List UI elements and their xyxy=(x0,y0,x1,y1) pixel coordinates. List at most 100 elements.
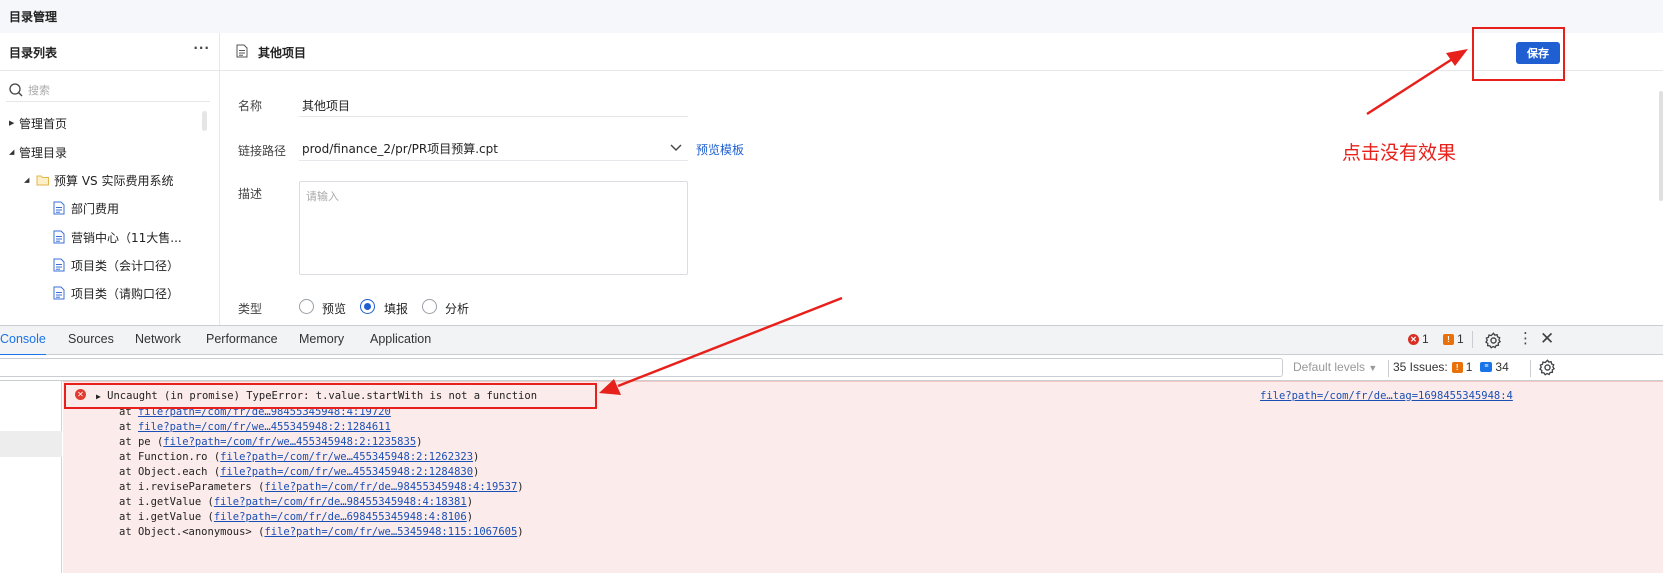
stack-frame-prefix: at xyxy=(119,466,138,478)
stack-frame-link[interactable]: file?path=/com/fr/we…455345948:2:1284611 xyxy=(138,421,391,433)
tree-item-home[interactable]: ▶ 管理首页 xyxy=(9,113,67,133)
file-icon xyxy=(53,201,65,215)
caret-down-icon[interactable]: ◢ xyxy=(24,176,34,184)
stack-frame: at Object.each (file?path=/com/fr/we…455… xyxy=(119,466,480,478)
stack-frame: at pe (file?path=/com/fr/we…455345948:2:… xyxy=(119,436,423,448)
radio-preview[interactable] xyxy=(299,299,314,314)
tree-item-budget-folder[interactable]: ◢ 预算 VS 实际费用系统 xyxy=(24,170,173,190)
message-icon: ≡ xyxy=(1480,362,1493,372)
main-scrollbar[interactable] xyxy=(1659,91,1663,201)
stack-frame-prefix: at xyxy=(119,496,138,508)
desc-textarea[interactable]: 请输入 xyxy=(299,181,688,275)
name-field-underline xyxy=(299,116,688,117)
type-label: 类型 xyxy=(238,302,263,316)
radio-analysis[interactable] xyxy=(422,299,437,314)
stack-frame-link[interactable]: file?path=/com/fr/we…5345948:115:1067605 xyxy=(264,526,517,538)
tree-item-dept-expense[interactable]: 部门费用 xyxy=(53,198,119,218)
main-panel: 其他项目 保存 名称 其他项目 链接路径 prod/finance_2/pr/P… xyxy=(220,33,1663,325)
stack-frame-link[interactable]: file?path=/com/fr/de…98455345948:4:18381 xyxy=(214,496,467,508)
devtools-tabbar: Console Sources Network Performance Memo… xyxy=(0,325,1663,356)
tree-item-project-purchase[interactable]: 项目类（请购口径） xyxy=(53,283,179,303)
stack-frame-link[interactable]: file?path=/com/fr/we…455345948:2:1284830 xyxy=(220,466,473,478)
stack-frame: at Function.ro (file?path=/com/fr/we…455… xyxy=(119,451,480,463)
tab-memory[interactable]: Memory xyxy=(299,332,344,346)
tree-item-label: 项目类（会计口径） xyxy=(71,258,180,273)
tree-item-catalog[interactable]: ◢ 管理目录 xyxy=(9,142,67,162)
tree-item-label: 项目类（请购口径） xyxy=(71,286,180,301)
name-label: 名称 xyxy=(238,99,263,113)
path-field-underline xyxy=(299,160,688,161)
stack-frame: at Object.<anonymous> (file?path=/com/fr… xyxy=(119,526,524,538)
console-sidebar-selected[interactable] xyxy=(0,431,62,457)
tree-item-label: 营销中心（11大售... xyxy=(71,230,182,245)
kebab-menu-icon[interactable]: ⋮ xyxy=(1518,330,1533,346)
desc-label: 描述 xyxy=(238,187,263,201)
path-label: 链接路径 xyxy=(238,144,287,158)
caret-right-icon[interactable]: ▶ xyxy=(9,119,19,127)
default-levels-dropdown[interactable]: Default levels ▼ xyxy=(1293,360,1377,374)
app-title: 目录管理 xyxy=(0,0,1663,33)
stack-frame-function: pe xyxy=(137,436,151,448)
search-icon xyxy=(9,83,23,97)
more-icon[interactable]: ··· xyxy=(193,41,210,55)
gear-icon[interactable] xyxy=(1485,332,1502,349)
console-messages: ✕ ▶ Uncaught (in promise) TypeError: t.v… xyxy=(63,381,1663,573)
annotation-save-highlight xyxy=(1472,27,1565,81)
search-placeholder: 搜索 xyxy=(28,84,50,97)
radio-fill[interactable] xyxy=(360,299,375,314)
search-input[interactable]: 搜索 xyxy=(6,78,210,102)
warning-counter[interactable]: ! 1 xyxy=(1443,332,1464,346)
annotation-note: 点击没有效果 xyxy=(1342,142,1457,164)
name-field[interactable]: 其他项目 xyxy=(302,97,350,114)
sidebar-header: 目录列表 ··· xyxy=(0,33,219,71)
warning-icon: ! xyxy=(1451,361,1463,373)
stack-frame-function: Object.<anonymous> xyxy=(137,526,252,538)
folder-icon xyxy=(36,175,49,186)
stack-frame-function: i.reviseParameters xyxy=(137,481,252,493)
stack-frame-link[interactable]: file?path=/com/fr/we…455345948:2:1262323 xyxy=(220,451,473,463)
close-icon[interactable]: ✕ xyxy=(1540,329,1554,349)
radio-fill-label: 填报 xyxy=(384,302,409,316)
issues-counter[interactable]: 35 Issues: ! 1 ≡ 34 xyxy=(1393,360,1509,374)
stack-frame-link[interactable]: file?path=/com/fr/de…98455345948:4:19537 xyxy=(264,481,517,493)
default-levels-label: Default levels xyxy=(1293,360,1366,374)
radio-analysis-label: 分析 xyxy=(445,302,470,316)
desc-placeholder: 请输入 xyxy=(306,190,339,203)
console-sidebar xyxy=(0,381,62,573)
stack-frame-prefix: at xyxy=(119,421,138,433)
stack-frame-function: Function.ro xyxy=(137,451,208,463)
path-select[interactable]: prod/finance_2/pr/PR项目预算.cpt xyxy=(302,140,498,157)
error-counter[interactable]: ✕ 1 xyxy=(1408,332,1429,346)
tab-sources[interactable]: Sources xyxy=(68,332,114,346)
tab-network[interactable]: Network xyxy=(135,332,181,346)
tree-item-marketing[interactable]: 营销中心（11大售... xyxy=(53,227,182,247)
tree-item-project-accounting[interactable]: 项目类（会计口径） xyxy=(53,255,179,275)
main-header: 其他项目 保存 xyxy=(220,33,1663,71)
annotation-error-highlight xyxy=(64,383,597,409)
sidebar: 目录列表 ··· 搜索 ▶ 管理首页 ◢ 管理目录 ◢ 预算 VS 实际费用系统… xyxy=(0,33,220,325)
warning-icon: ! xyxy=(1443,333,1454,345)
stack-frame-prefix: at xyxy=(119,451,138,463)
sidebar-scrollbar[interactable] xyxy=(202,111,207,131)
tree-item-label: 管理目录 xyxy=(19,145,68,160)
error-source-link[interactable]: file?path=/com/fr/de…tag=1698455345948:4 xyxy=(1260,390,1513,402)
file-icon xyxy=(236,44,248,58)
issues-info-count: 34 xyxy=(1495,360,1509,374)
filter-input[interactable] xyxy=(0,358,1283,377)
console-settings-gear-icon[interactable] xyxy=(1539,359,1556,376)
stack-frame-link[interactable]: file?path=/com/fr/we…455345948:2:1235835 xyxy=(163,436,416,448)
tab-performance[interactable]: Performance xyxy=(206,332,278,346)
error-count: 1 xyxy=(1422,332,1429,346)
divider xyxy=(1388,360,1389,377)
stack-frame: at i.getValue (file?path=/com/fr/de…9845… xyxy=(119,496,474,508)
tab-console[interactable]: Console xyxy=(0,332,46,356)
caret-down-icon[interactable]: ◢ xyxy=(9,148,19,156)
chevron-down-icon[interactable] xyxy=(670,144,682,152)
divider xyxy=(1530,360,1531,377)
stack-frame-link[interactable]: file?path=/com/fr/de…698455345948:4:8106 xyxy=(214,511,467,523)
file-icon xyxy=(53,286,65,300)
page-title: 其他项目 xyxy=(258,46,307,60)
preview-template-link[interactable]: 预览模板 xyxy=(696,141,744,158)
sidebar-title: 目录列表 xyxy=(9,46,58,60)
tab-application[interactable]: Application xyxy=(370,332,431,346)
